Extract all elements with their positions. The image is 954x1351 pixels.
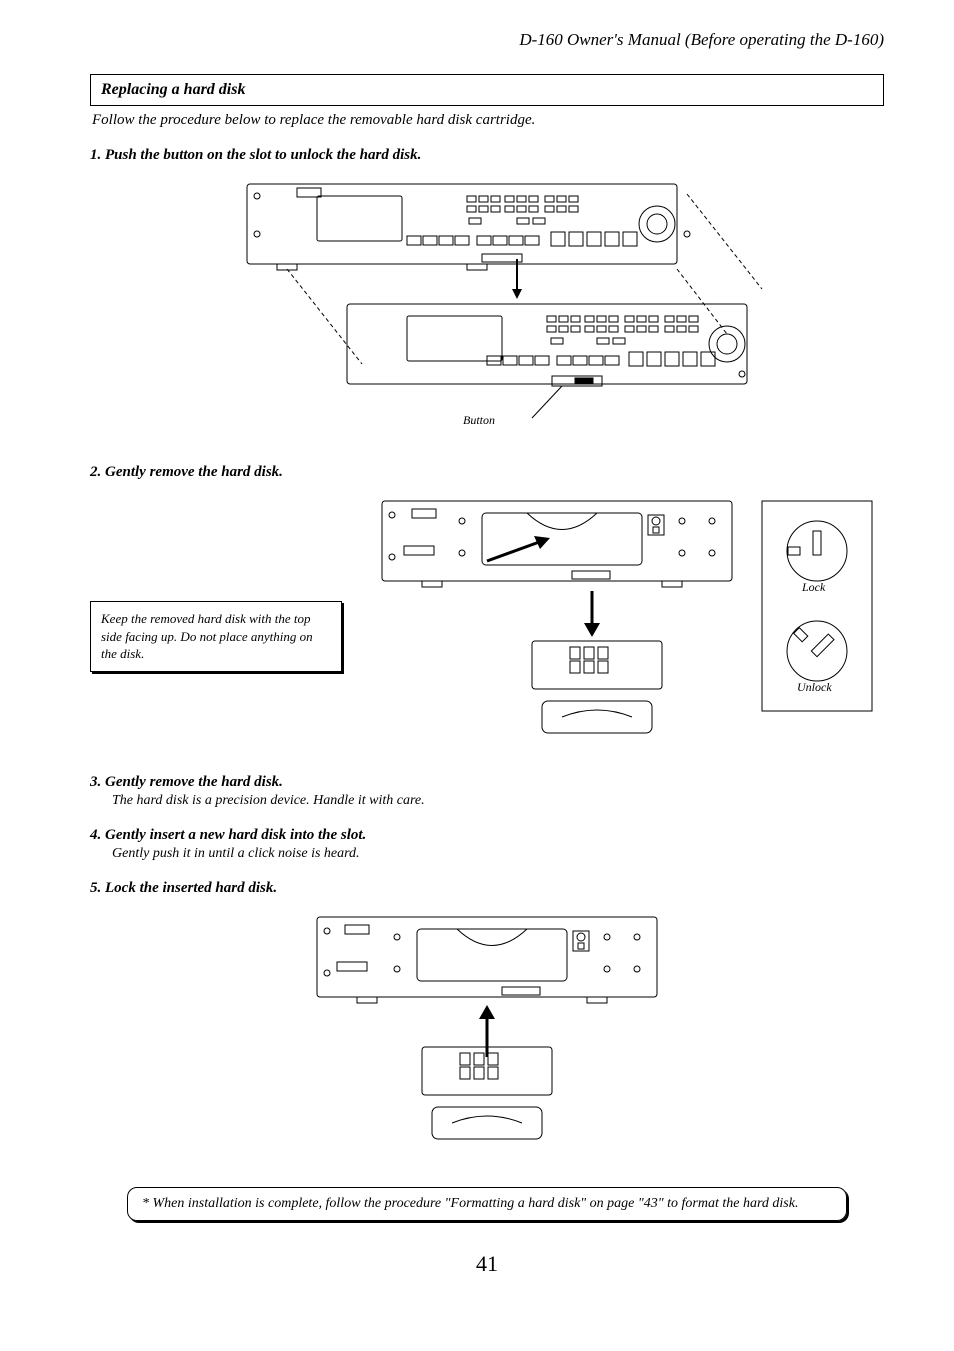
intro-text: Follow the procedure below to replace th…	[92, 112, 884, 129]
label-lock: Lock	[801, 580, 826, 594]
section-heading: Replacing a hard disk	[90, 74, 884, 106]
label-unlock: Unlock	[797, 680, 832, 694]
step-3-heading: 3. Gently remove the hard disk.	[90, 774, 884, 791]
step2-note-box: Keep the removed hard disk with the top …	[90, 601, 342, 672]
figure-step5	[307, 907, 667, 1157]
step-3: 3. Gently remove the hard disk. The hard…	[90, 774, 884, 809]
step-2: 2. Gently remove the hard disk.	[90, 464, 884, 481]
step-1: 1. Push the button on the slot to unlock…	[90, 147, 884, 164]
figure-step1: Button	[207, 174, 767, 434]
step-2-heading: 2. Gently remove the hard disk.	[90, 464, 884, 481]
figure-step2: Keep the removed hard disk with the top …	[90, 491, 884, 756]
step-5-heading: 5. Lock the inserted hard disk.	[90, 880, 884, 897]
step-4-heading: 4. Gently insert a new hard disk into th…	[90, 827, 884, 844]
formatting-note: * When installation is complete, follow …	[127, 1187, 847, 1221]
step-5: 5. Lock the inserted hard disk.	[90, 880, 884, 897]
step-1-heading: 1. Push the button on the slot to unlock…	[90, 147, 884, 164]
page-number: 41	[90, 1251, 884, 1277]
manual-page: D-160 Owner's Manual (Before operating t…	[0, 0, 954, 1351]
step-3-body: The hard disk is a precision device. Han…	[112, 793, 884, 809]
label-button: Button	[463, 413, 495, 427]
step-4: 4. Gently insert a new hard disk into th…	[90, 827, 884, 862]
running-header: D-160 Owner's Manual (Before operating t…	[90, 30, 884, 50]
step-4-body: Gently push it in until a click noise is…	[112, 846, 884, 862]
